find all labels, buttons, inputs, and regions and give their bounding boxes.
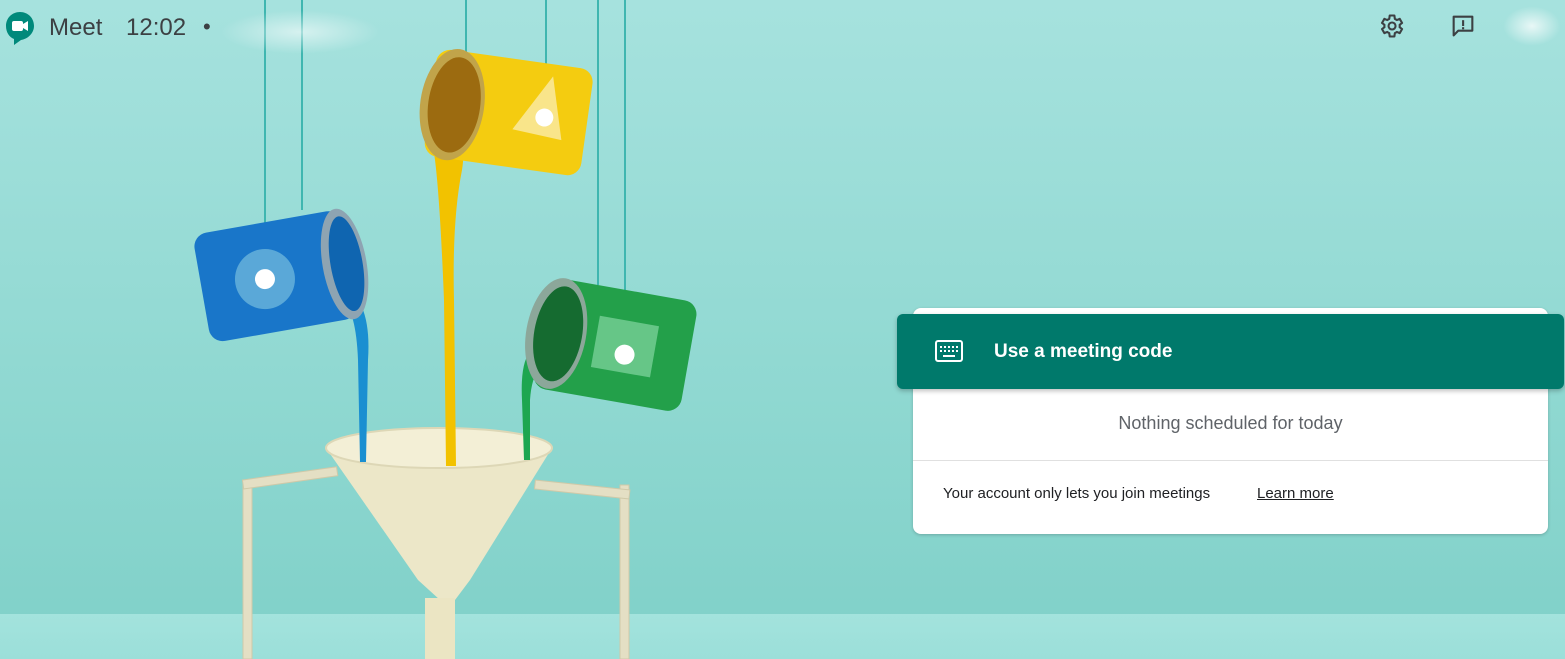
empty-schedule-message: Nothing scheduled for today: [1118, 413, 1343, 433]
use-meeting-code-label: Use a meeting code: [994, 341, 1173, 362]
settings-button[interactable]: [1377, 12, 1405, 40]
clock: 12:02: [126, 14, 187, 41]
keyboard-icon: [935, 340, 963, 362]
account-avatar[interactable]: [1503, 6, 1561, 46]
gear-icon: [1380, 14, 1404, 38]
card-divider: [913, 460, 1548, 461]
redacted-date: [220, 10, 380, 54]
top-bar: Meet 12:02 •: [0, 0, 1565, 56]
account-restriction-message: Your account only lets you join meetings: [943, 485, 1211, 502]
separator-dot: •: [203, 14, 211, 39]
paint-cans-illustration: [194, 0, 697, 659]
learn-more-link[interactable]: Learn more: [1257, 485, 1334, 502]
feedback-button[interactable]: [1449, 12, 1477, 40]
app-name: Meet: [49, 14, 103, 41]
use-meeting-code-button[interactable]: Use a meeting code: [897, 314, 1564, 389]
google-meet-logo-icon: [4, 10, 36, 46]
feedback-icon: [1452, 15, 1474, 37]
